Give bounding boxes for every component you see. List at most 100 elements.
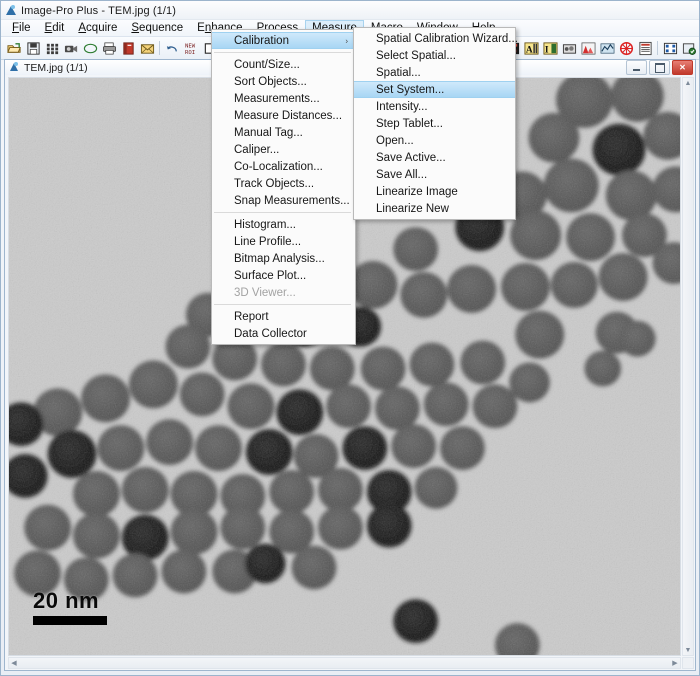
submenu-item-linearize-image[interactable]: Linearize Image bbox=[354, 183, 515, 200]
maximize-button[interactable] bbox=[649, 60, 670, 75]
grid-icon[interactable] bbox=[43, 39, 61, 57]
submenu-item-select-spatial[interactable]: Select Spatial... bbox=[354, 47, 515, 64]
image-pro-logo-icon bbox=[5, 5, 17, 17]
measure-dropdown-menu: Calibration › Count/Size... Sort Objects… bbox=[211, 29, 356, 345]
submenu-item-set-system[interactable]: Set System... bbox=[354, 81, 515, 98]
select-shape-icon[interactable] bbox=[81, 39, 99, 57]
camera-icon[interactable] bbox=[62, 39, 80, 57]
chevron-right-icon: › bbox=[345, 36, 348, 45]
application-title: Image-Pro Plus - TEM.jpg (1/1) bbox=[21, 5, 176, 17]
scrollbar-corner bbox=[682, 657, 694, 669]
menu-item-count-size[interactable]: Count/Size... bbox=[212, 56, 355, 73]
print-icon[interactable] bbox=[100, 39, 118, 57]
menu-item-histogram-label: Histogram... bbox=[234, 219, 296, 231]
menu-item-manual-tag[interactable]: Manual Tag... bbox=[212, 124, 355, 141]
svg-text:NEW: NEW bbox=[184, 43, 195, 49]
scroll-right-arrow-icon[interactable]: ▶ bbox=[670, 658, 680, 668]
caliper-icon[interactable] bbox=[617, 39, 635, 57]
menu-item-sort-objects-label: Sort Objects... bbox=[234, 76, 307, 88]
submenu-item-save-active-label: Save Active... bbox=[376, 152, 446, 164]
submenu-item-step-tablet[interactable]: Step Tablet... bbox=[354, 115, 515, 132]
menu-item-calibration[interactable]: Calibration › bbox=[212, 32, 355, 49]
submenu-item-spatial[interactable]: Spatial... bbox=[354, 64, 515, 81]
data-collector-icon[interactable] bbox=[680, 39, 698, 57]
scroll-left-arrow-icon[interactable]: ◀ bbox=[9, 658, 19, 668]
menu-item-measurements-label: Measurements... bbox=[234, 93, 320, 105]
menu-item-sort-objects[interactable]: Sort Objects... bbox=[212, 73, 355, 90]
scroll-down-arrow-icon[interactable]: ▼ bbox=[683, 645, 693, 655]
minimize-button[interactable] bbox=[626, 60, 647, 75]
menu-item-snap-measurements[interactable]: Snap Measurements... bbox=[212, 192, 355, 209]
menu-item-measure-distances[interactable]: Measure Distances... bbox=[212, 107, 355, 124]
image-document-icon bbox=[9, 62, 20, 73]
line-profile-icon[interactable] bbox=[598, 39, 616, 57]
measure-bar-icon[interactable]: I bbox=[541, 39, 559, 57]
annotate-text-icon[interactable]: A bbox=[522, 39, 540, 57]
scale-bar-line bbox=[33, 616, 107, 625]
menu-separator-2 bbox=[214, 212, 351, 213]
mail-icon[interactable] bbox=[138, 39, 156, 57]
menu-item-data-collector[interactable]: Data Collector bbox=[212, 325, 355, 342]
submenu-item-open-label: Open... bbox=[376, 135, 414, 147]
menu-item-caliper[interactable]: Caliper... bbox=[212, 141, 355, 158]
new-roi-icon[interactable]: NEWROI bbox=[182, 39, 200, 57]
submenu-item-linearize-new-label: Linearize New bbox=[376, 203, 449, 215]
menu-item-line-profile-label: Line Profile... bbox=[234, 236, 301, 248]
submenu-item-step-tablet-label: Step Tablet... bbox=[376, 118, 443, 130]
menu-item-bitmap-analysis[interactable]: Bitmap Analysis... bbox=[212, 250, 355, 267]
menu-item-track-objects-label: Track Objects... bbox=[234, 178, 314, 190]
svg-text:A: A bbox=[525, 45, 532, 55]
svg-text:ROI: ROI bbox=[184, 50, 194, 56]
menu-item-calibration-label: Calibration bbox=[234, 35, 289, 47]
menu-item-track-objects[interactable]: Track Objects... bbox=[212, 175, 355, 192]
submenu-item-intensity[interactable]: Intensity... bbox=[354, 98, 515, 115]
report-icon[interactable] bbox=[636, 39, 654, 57]
menu-separator-3 bbox=[214, 304, 351, 305]
submenu-item-spatial-calibration-wizard-label: Spatial Calibration Wizard... bbox=[376, 33, 518, 45]
menu-item-surface-plot[interactable]: Surface Plot... bbox=[212, 267, 355, 284]
menu-item-caliper-label: Caliper... bbox=[234, 144, 279, 156]
application-window: Image-Pro Plus - TEM.jpg (1/1) File Edit… bbox=[0, 0, 700, 676]
submenu-item-select-spatial-label: Select Spatial... bbox=[376, 50, 456, 62]
menu-item-count-size-label: Count/Size... bbox=[234, 59, 300, 71]
undo-icon[interactable] bbox=[163, 39, 181, 57]
menu-item-report-label: Report bbox=[234, 311, 269, 323]
close-button[interactable]: ✕ bbox=[672, 60, 693, 75]
count-size-icon[interactable] bbox=[560, 39, 578, 57]
menu-item-measurements[interactable]: Measurements... bbox=[212, 90, 355, 107]
book-icon[interactable] bbox=[119, 39, 137, 57]
menu-item-measure-distances-label: Measure Distances... bbox=[234, 110, 342, 122]
menu-item-histogram[interactable]: Histogram... bbox=[212, 216, 355, 233]
scale-bar: 20 nm bbox=[33, 590, 107, 625]
menubar-item-edit[interactable]: Edit bbox=[38, 20, 72, 36]
horizontal-scrollbar[interactable]: ◀ ▶ bbox=[8, 657, 681, 669]
submenu-item-intensity-label: Intensity... bbox=[376, 101, 428, 113]
menubar-item-acquire[interactable]: Acquire bbox=[71, 20, 124, 36]
scroll-up-arrow-icon[interactable]: ▲ bbox=[683, 78, 693, 88]
submenu-item-save-active[interactable]: Save Active... bbox=[354, 149, 515, 166]
submenu-item-save-all[interactable]: Save All... bbox=[354, 166, 515, 183]
histogram-icon[interactable] bbox=[579, 39, 597, 57]
menu-item-manual-tag-label: Manual Tag... bbox=[234, 127, 303, 139]
menu-item-co-localization[interactable]: Co-Localization... bbox=[212, 158, 355, 175]
submenu-item-spatial-label: Spatial... bbox=[376, 67, 421, 79]
menu-item-report[interactable]: Report bbox=[212, 308, 355, 325]
menu-item-line-profile[interactable]: Line Profile... bbox=[212, 233, 355, 250]
vertical-scrollbar[interactable]: ▲ ▼ bbox=[682, 77, 694, 656]
save-icon[interactable] bbox=[24, 39, 42, 57]
submenu-item-spatial-calibration-wizard[interactable]: Spatial Calibration Wizard... bbox=[354, 30, 515, 47]
submenu-item-open[interactable]: Open... bbox=[354, 132, 515, 149]
open-icon[interactable] bbox=[5, 39, 23, 57]
application-title-bar: Image-Pro Plus - TEM.jpg (1/1) bbox=[1, 1, 699, 20]
svg-text:I: I bbox=[544, 45, 548, 55]
menubar-item-file[interactable]: File bbox=[5, 20, 38, 36]
macro-grid-icon[interactable] bbox=[661, 39, 679, 57]
menu-item-surface-plot-label: Surface Plot... bbox=[234, 270, 306, 282]
menu-item-3d-viewer: 3D Viewer... bbox=[212, 284, 355, 301]
submenu-item-save-all-label: Save All... bbox=[376, 169, 427, 181]
menubar-item-sequence[interactable]: Sequence bbox=[124, 20, 190, 36]
submenu-item-linearize-new[interactable]: Linearize New bbox=[354, 200, 515, 217]
scale-bar-label: 20 nm bbox=[33, 590, 107, 612]
menu-item-co-localization-label: Co-Localization... bbox=[234, 161, 323, 173]
menu-item-data-collector-label: Data Collector bbox=[234, 328, 307, 340]
